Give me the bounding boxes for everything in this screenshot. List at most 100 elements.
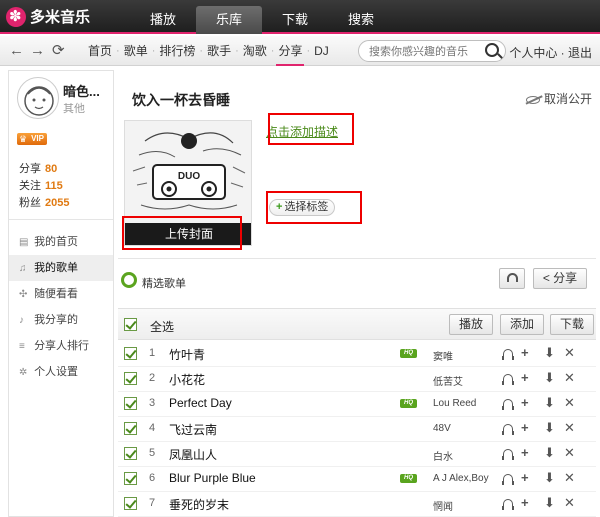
username[interactable]: 暗色... <box>63 81 100 100</box>
subnav-charts[interactable]: 排行榜 <box>155 36 199 66</box>
user-subtitle: 其他 <box>63 103 85 115</box>
song-row[interactable]: 5 凤凰山人 白水 + ⬇ ✕ <box>118 442 596 467</box>
song-artist[interactable]: 窦唯 <box>433 348 453 363</box>
song-artist[interactable]: 白水 <box>433 448 453 463</box>
download-arrow-icon[interactable]: ⬇ <box>544 496 555 510</box>
song-title[interactable]: 小花花 <box>169 371 205 388</box>
song-title[interactable]: Perfect Day <box>169 396 232 410</box>
song-title[interactable]: 飞过云南 <box>169 421 217 438</box>
forward-arrow-icon[interactable]: → <box>30 43 45 59</box>
tab-download[interactable]: 下载 <box>262 6 328 34</box>
song-artist[interactable]: A J Alex,Boy <box>433 473 489 484</box>
share-button[interactable]: < 分享 <box>533 268 587 289</box>
tab-play[interactable]: 播放 <box>130 6 196 34</box>
song-checkbox[interactable] <box>124 347 137 360</box>
song-artist[interactable]: 低苦艾 <box>433 373 463 388</box>
song-row[interactable]: 6 Blur Purple Blue HQ A J Alex,Boy + ⬇ ✕ <box>118 467 596 492</box>
headphone-icon[interactable] <box>502 374 514 385</box>
song-row[interactable]: 7 垂死的岁末 惘闻 + ⬇ ✕ <box>118 492 596 517</box>
tab-library[interactable]: 乐库 <box>196 6 262 34</box>
song-title[interactable]: 凤凰山人 <box>169 446 217 463</box>
plus-icon[interactable]: + <box>521 496 529 510</box>
download-arrow-icon[interactable]: ⬇ <box>544 346 555 360</box>
select-all-checkbox[interactable] <box>124 318 137 331</box>
close-icon[interactable]: ✕ <box>564 371 575 385</box>
unpublish-button[interactable]: 取消公开 <box>525 90 592 107</box>
subnav-artists[interactable]: 歌手 <box>203 36 235 66</box>
close-icon[interactable]: ✕ <box>564 496 575 510</box>
headphone-icon[interactable] <box>502 449 514 460</box>
plus-icon[interactable]: + <box>521 346 529 360</box>
stat-shares[interactable]: 分享 80 <box>19 161 69 178</box>
app-logo[interactable]: 多米音乐 <box>6 6 90 27</box>
song-checkbox[interactable] <box>124 447 137 460</box>
subnav-playlists[interactable]: 歌单 <box>120 36 152 66</box>
song-row[interactable]: 1 竹叶青 HQ 窦唯 + ⬇ ✕ <box>118 342 596 367</box>
song-artist[interactable]: 惘闻 <box>433 498 453 513</box>
vip-badge: VIP <box>17 133 47 145</box>
song-title[interactable]: Blur Purple Blue <box>169 471 256 485</box>
subnav-discover[interactable]: 淘歌 <box>239 36 271 66</box>
song-artist[interactable]: Lou Reed <box>433 398 476 409</box>
plus-icon[interactable]: + <box>521 371 529 385</box>
headphone-icon[interactable] <box>502 499 514 510</box>
download-arrow-icon[interactable]: ⬇ <box>544 396 555 410</box>
headphone-icon[interactable] <box>502 349 514 360</box>
headphone-icon[interactable] <box>502 399 514 410</box>
back-arrow-icon[interactable]: ← <box>9 43 24 59</box>
download-arrow-icon[interactable]: ⬇ <box>544 471 555 485</box>
side-item-browse[interactable]: ✣ 随便看看 <box>9 281 113 307</box>
song-number: 5 <box>149 447 156 459</box>
song-checkbox[interactable] <box>124 397 137 410</box>
search-input[interactable] <box>369 44 481 59</box>
download-arrow-icon[interactable]: ⬇ <box>544 446 555 460</box>
add-button[interactable]: 添加 <box>500 314 544 335</box>
close-icon[interactable]: ✕ <box>564 346 575 360</box>
select-all-label[interactable]: 全选 <box>150 318 174 335</box>
download-arrow-icon[interactable]: ⬇ <box>544 421 555 435</box>
stat-following[interactable]: 关注 115 <box>19 178 69 195</box>
play-button[interactable]: 播放 <box>449 314 493 335</box>
song-row[interactable]: 4 飞过云南 48V + ⬇ ✕ <box>118 417 596 442</box>
search-icon[interactable] <box>485 43 499 57</box>
avatar[interactable] <box>17 77 59 119</box>
close-icon[interactable]: ✕ <box>564 471 575 485</box>
song-checkbox[interactable] <box>124 372 137 385</box>
side-item-rank[interactable]: ≡ 分享人排行 <box>9 333 113 359</box>
plus-icon[interactable]: + <box>521 421 529 435</box>
headphone-icon[interactable] <box>502 424 514 435</box>
user-links[interactable]: 个人中心 · 退出 <box>509 44 592 61</box>
download-arrow-icon[interactable]: ⬇ <box>544 371 555 385</box>
song-checkbox[interactable] <box>124 422 137 435</box>
tab-search[interactable]: 搜索 <box>328 6 394 34</box>
song-row[interactable]: 2 小花花 低苦艾 + ⬇ ✕ <box>118 367 596 392</box>
close-icon[interactable]: ✕ <box>564 396 575 410</box>
compass-icon: ✣ <box>19 289 28 300</box>
song-artist[interactable]: 48V <box>433 423 451 434</box>
plus-icon[interactable]: + <box>521 446 529 460</box>
plus-icon[interactable]: + <box>521 396 529 410</box>
side-item-my-playlists[interactable]: ♫ 我的歌单 <box>9 255 113 281</box>
song-title[interactable]: 垂死的岁末 <box>169 496 229 513</box>
song-row[interactable]: 3 Perfect Day HQ Lou Reed + ⬇ ✕ <box>118 392 596 417</box>
listen-button[interactable] <box>499 268 525 289</box>
close-icon[interactable]: ✕ <box>564 421 575 435</box>
subnav-share[interactable]: 分享 <box>274 36 306 66</box>
plus-icon[interactable]: + <box>521 471 529 485</box>
song-checkbox[interactable] <box>124 497 137 510</box>
close-icon[interactable]: ✕ <box>564 446 575 460</box>
side-item-my-shares[interactable]: ♪ 我分享的 <box>9 307 113 333</box>
top-bar: 多米音乐 播放 乐库 下载 搜索 <box>0 0 600 34</box>
side-item-my-home[interactable]: ▤ 我的首页 <box>9 229 113 255</box>
song-title[interactable]: 竹叶青 <box>169 346 205 363</box>
headphone-icon[interactable] <box>502 474 514 485</box>
subnav-home[interactable]: 首页 <box>84 36 116 66</box>
hq-badge: HQ <box>400 474 417 483</box>
list-header: 全选 播放 添加 下载 <box>118 308 596 340</box>
side-item-settings[interactable]: ✲ 个人设置 <box>9 359 113 385</box>
stat-followers[interactable]: 粉丝 2055 <box>19 195 69 212</box>
refresh-icon[interactable]: ⟳ <box>52 43 65 59</box>
song-checkbox[interactable] <box>124 472 137 485</box>
subnav-dj[interactable]: DJ <box>310 36 333 66</box>
download-button[interactable]: 下载 <box>550 314 594 335</box>
